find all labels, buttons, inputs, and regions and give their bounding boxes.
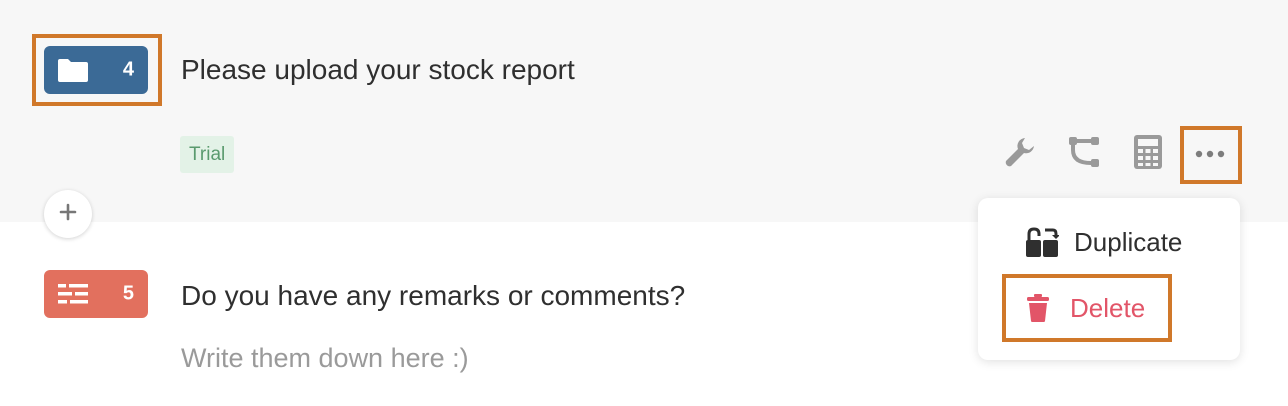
duplicate-icon xyxy=(1024,225,1060,259)
question-title[interactable]: Please upload your stock report xyxy=(181,54,575,86)
duplicate-menu-item[interactable]: Duplicate xyxy=(1024,224,1182,260)
text-lines-icon xyxy=(56,280,90,308)
settings-button[interactable] xyxy=(1000,134,1040,174)
question-block-4[interactable] xyxy=(0,0,1288,222)
calculator-icon xyxy=(1133,134,1163,175)
question-number: 5 xyxy=(122,282,134,305)
answer-placeholder[interactable]: Write them down here :) xyxy=(181,343,469,374)
delete-highlight xyxy=(1002,274,1172,342)
branch-icon xyxy=(1066,134,1102,175)
more-button-highlight xyxy=(1180,126,1242,184)
logic-button[interactable] xyxy=(1064,134,1104,174)
plus-icon xyxy=(59,203,77,226)
calculator-button[interactable] xyxy=(1128,134,1168,174)
question-type-badge[interactable]: 5 xyxy=(44,270,148,318)
tag-badge[interactable]: Trial xyxy=(180,136,235,173)
wrench-icon xyxy=(1003,135,1037,174)
add-question-button[interactable] xyxy=(44,190,92,238)
badge-highlight xyxy=(32,34,162,106)
duplicate-label: Duplicate xyxy=(1074,226,1183,257)
question-title[interactable]: Do you have any remarks or comments? xyxy=(181,280,685,312)
